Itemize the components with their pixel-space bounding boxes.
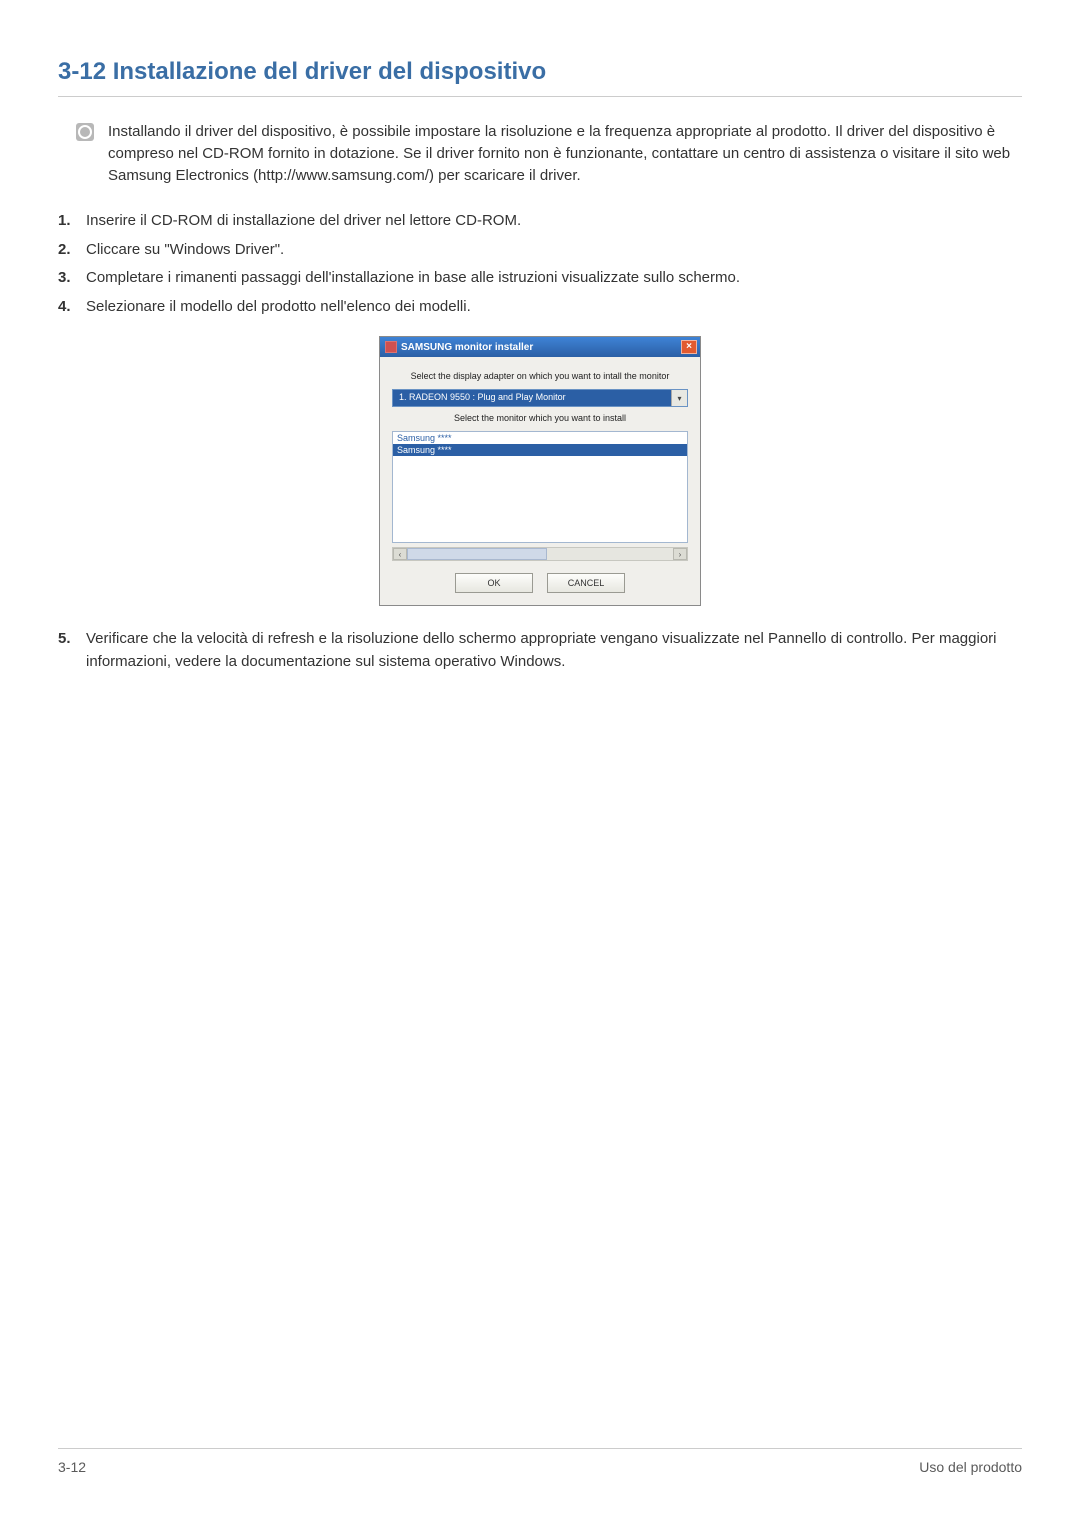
list-item[interactable]: Samsung **** bbox=[393, 432, 687, 444]
cancel-button[interactable]: CANCEL bbox=[547, 573, 625, 593]
monitor-listbox[interactable]: Samsung **** Samsung **** bbox=[392, 431, 688, 543]
scroll-left-icon[interactable]: ‹ bbox=[393, 548, 407, 560]
note-block: Installando il driver del dispositivo, è… bbox=[76, 121, 1022, 186]
close-icon[interactable]: × bbox=[681, 340, 697, 354]
note-icon bbox=[76, 123, 94, 141]
list-item[interactable]: Samsung **** bbox=[393, 444, 687, 456]
installer-figure: SAMSUNG monitor installer × Select the d… bbox=[58, 336, 1022, 606]
monitor-label: Select the monitor which you want to ins… bbox=[392, 413, 688, 423]
section-heading: 3-12 Installazione del driver del dispos… bbox=[58, 58, 1022, 97]
scroll-thumb[interactable] bbox=[407, 548, 547, 560]
installer-titlebar: SAMSUNG monitor installer × bbox=[380, 337, 700, 357]
installer-window: SAMSUNG monitor installer × Select the d… bbox=[379, 336, 701, 606]
page-footer: 3-12 Uso del prodotto bbox=[58, 1448, 1022, 1475]
horizontal-scrollbar[interactable]: ‹ › bbox=[392, 547, 688, 561]
installer-body: Select the display adapter on which you … bbox=[380, 357, 700, 605]
adapter-dropdown[interactable]: 1. RADEON 9550 : Plug and Play Monitor ▾ bbox=[392, 389, 688, 407]
ok-button[interactable]: OK bbox=[455, 573, 533, 593]
note-text: Installando il driver del dispositivo, è… bbox=[108, 121, 1022, 186]
window-title: SAMSUNG monitor installer bbox=[401, 342, 681, 353]
step-3: Completare i rimanenti passaggi dell'ins… bbox=[58, 267, 1022, 290]
step-5: Verificare che la velocità di refresh e … bbox=[58, 628, 1022, 673]
adapter-label: Select the display adapter on which you … bbox=[392, 371, 688, 381]
footer-page-number: 3-12 bbox=[58, 1459, 86, 1475]
adapter-dropdown-value: 1. RADEON 9550 : Plug and Play Monitor bbox=[393, 390, 671, 406]
scroll-right-icon[interactable]: › bbox=[673, 548, 687, 560]
app-icon bbox=[385, 341, 397, 353]
step-2: Cliccare su "Windows Driver". bbox=[58, 239, 1022, 262]
footer-section-title: Uso del prodotto bbox=[919, 1459, 1022, 1475]
step-1: Inserire il CD-ROM di installazione del … bbox=[58, 210, 1022, 233]
step-4: Selezionare il modello del prodotto nell… bbox=[58, 296, 1022, 319]
chevron-down-icon[interactable]: ▾ bbox=[671, 390, 687, 406]
